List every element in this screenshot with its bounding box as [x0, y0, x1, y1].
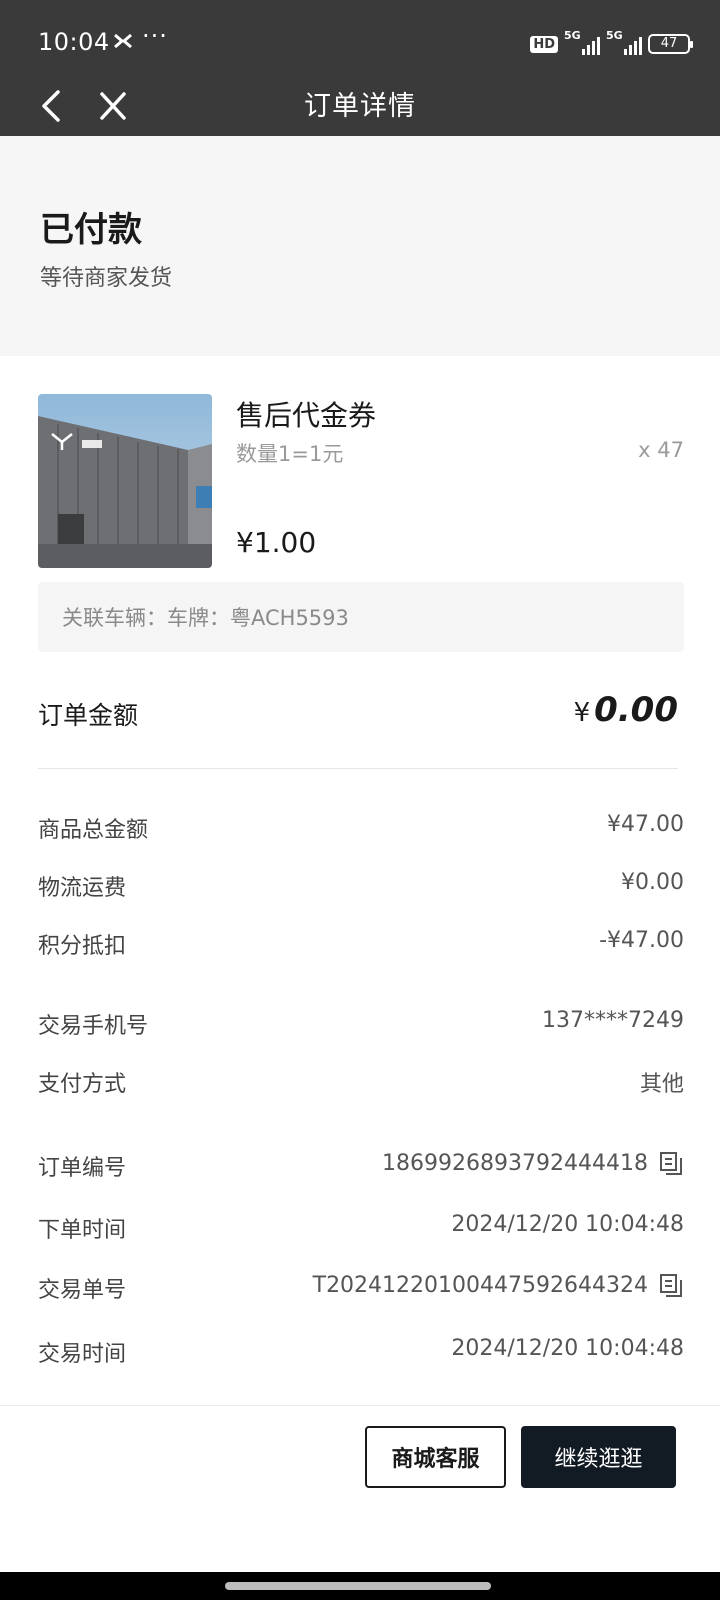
linked-vehicle-text: 关联车辆：车牌：粤ACH5593 [62, 606, 349, 630]
product-thumbnail [38, 394, 212, 568]
order-number-value: 1869926893792444418 [382, 1150, 648, 1176]
detail-row-shipping: 物流运费 ¥0.00 [38, 870, 684, 901]
detail-row-order-number: 订单编号 1869926893792444418 [38, 1146, 684, 1182]
detail-row-transaction-time: 交易时间 2024/12/20 10:04:48 [38, 1336, 684, 1367]
detail-row-phone: 交易手机号 137****7249 [38, 1008, 684, 1039]
product-item[interactable]: 售后代金券 数量1=1元 x 47 ¥1.00 [38, 394, 684, 568]
product-quantity: x 47 [638, 438, 684, 462]
order-status-title: 已付款 [40, 210, 142, 250]
more-notifications-icon: ··· [142, 22, 168, 50]
battery-icon: 47 [648, 34, 693, 54]
order-status-subtitle: 等待商家发货 [40, 266, 173, 291]
customer-service-button[interactable]: 商城客服 [365, 1426, 506, 1488]
status-bar: 10:04 ··· HD 5G 5G 47 [0, 0, 720, 88]
detail-row-goods-total: 商品总金额 ¥47.00 [38, 812, 684, 843]
status-indicators: HD 5G 5G 47 [530, 29, 693, 58]
order-amount-value: ¥0.00 [573, 690, 678, 730]
gesture-bar [0, 1572, 720, 1600]
navigation-bar: 订单详情 [0, 78, 720, 136]
signal-icon: 5G [564, 29, 600, 55]
product-price: ¥1.00 [236, 526, 317, 559]
app-notification-icon [114, 33, 132, 49]
divider [0, 1405, 720, 1406]
hd-badge: HD [530, 35, 558, 53]
detail-row-points-deduction: 积分抵扣 -¥47.00 [38, 928, 684, 959]
copy-icon[interactable] [658, 1150, 684, 1176]
copy-icon[interactable] [658, 1272, 684, 1298]
detail-row-transaction-number: 交易单号 T2024122010044759264432​4 [38, 1268, 684, 1304]
order-status-section: 已付款 等待商家发货 [0, 136, 720, 356]
status-time: 10:04 [38, 28, 110, 56]
linked-vehicle: 关联车辆：车牌：粤ACH5593 [38, 582, 684, 652]
page-title: 订单详情 [304, 91, 416, 122]
detail-row-order-time: 下单时间 2024/12/20 10:04:48 [38, 1212, 684, 1243]
detail-row-payment-method: 支付方式 其他 [38, 1072, 684, 1097]
order-amount-row: 订单金额 ¥0.00 [38, 690, 678, 740]
transaction-number-value: T2024122010044759264432​4 [312, 1272, 648, 1298]
order-amount-label: 订单金额 [38, 701, 139, 730]
product-spec: 数量1=1元 [236, 442, 344, 466]
divider [38, 768, 678, 769]
product-name: 售后代金券 [236, 399, 377, 432]
continue-shopping-button[interactable]: 继续逛逛 [521, 1426, 676, 1488]
home-indicator[interactable] [225, 1582, 491, 1590]
signal-icon-2: 5G [606, 29, 642, 55]
